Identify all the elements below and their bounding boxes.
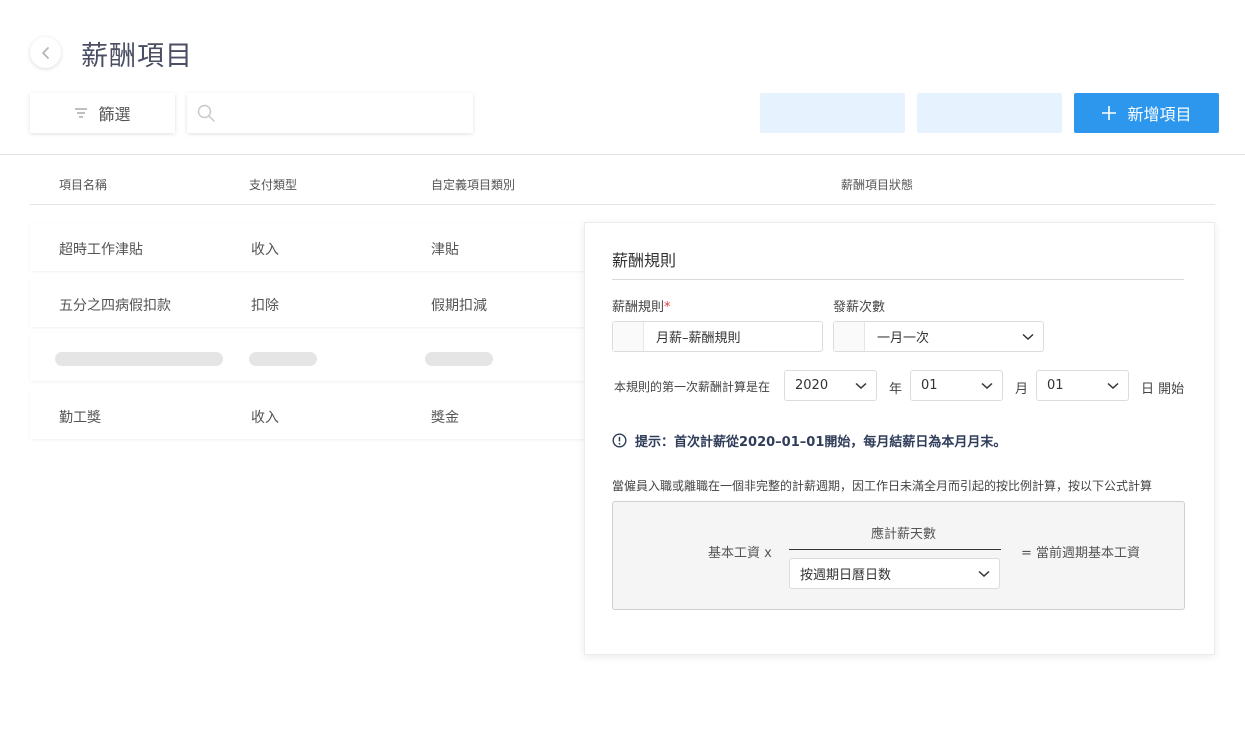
toolbar-button-1[interactable]: [760, 93, 905, 133]
year-select-value: 2020: [795, 378, 829, 393]
prorate-formula: 基本工資 x 應計薪天數 按週期日曆日数 = 當前週期基本工資: [612, 501, 1185, 610]
year-unit: 年: [889, 382, 903, 397]
table-header: 項目名稱 支付類型 自定義項目類別 薪酬項目狀態: [30, 164, 1215, 205]
skeleton-bar: [55, 352, 223, 366]
hint-text: 提示：首次計薪從2020–01–01開始，每月結薪日為本月月末。: [635, 435, 1007, 450]
filter-button[interactable]: 篩選: [30, 93, 175, 133]
column-header-category: 自定義項目類別: [431, 178, 516, 192]
filter-icon: [75, 108, 88, 118]
hint-message: 提示：首次計薪從2020–01–01開始，每月結薪日為本月月末。: [612, 431, 1006, 450]
table-row[interactable]: 勤工獎 收入 獎金: [30, 391, 590, 439]
skeleton-bar: [249, 352, 317, 366]
month-select[interactable]: 01: [910, 370, 1003, 401]
table-row[interactable]: 五分之四病假扣款 扣除 假期扣減: [30, 279, 590, 327]
page-title: 薪酬項目: [81, 41, 193, 72]
chevron-left-icon: [41, 46, 49, 59]
panel-divider: [612, 279, 1184, 280]
search-icon: [197, 104, 215, 122]
skeleton-bar: [425, 352, 493, 366]
rule-label: 薪酬規則*: [612, 296, 671, 315]
column-header-pay-type: 支付類型: [249, 178, 298, 192]
freq-label: 發薪次數: [833, 300, 886, 315]
day-select-value: 01: [1047, 378, 1064, 393]
toolbar-button-2[interactable]: [917, 93, 1062, 133]
filter-label: 篩選: [98, 105, 131, 124]
freq-select-value: 一月一次: [877, 331, 930, 346]
row-name: 五分之四病假扣款: [59, 298, 171, 314]
row-category: 假期扣減: [431, 298, 487, 314]
panel-title: 薪酬規則: [612, 251, 677, 270]
row-pay-type: 收入: [251, 410, 279, 426]
column-header-name: 項目名稱: [59, 178, 108, 192]
prorate-description: 當僱員入職或離職在一個非完整的計薪週期，因工作日未滿全月而引起的按比例計算，按以…: [612, 479, 1153, 493]
chevron-down-icon: [972, 382, 1002, 390]
header-divider: [0, 154, 1245, 155]
formula-left: 基本工資 x: [708, 546, 772, 561]
month-unit: 月: [1015, 382, 1029, 397]
plus-icon: [1102, 106, 1117, 120]
formula-numerator: 應計薪天數: [871, 527, 937, 542]
chevron-down-icon: [1098, 382, 1128, 390]
row-name: 超時工作津貼: [59, 242, 143, 258]
rule-label-text: 薪酬規則: [612, 300, 665, 315]
back-button[interactable]: [30, 37, 61, 68]
chevron-down-icon: [1013, 333, 1043, 341]
freq-select[interactable]: 一月一次: [833, 321, 1044, 352]
add-item-label: 新增項目: [1127, 105, 1192, 124]
search-box[interactable]: [187, 93, 473, 133]
denominator-select[interactable]: 按週期日曆日数: [789, 558, 1000, 589]
salary-rule-panel: 薪酬規則 薪酬規則* 月薪–薪酬規則 發薪次數 一月一次 本規則的第一次薪酬計算…: [584, 222, 1215, 655]
rule-select[interactable]: 月薪–薪酬規則: [612, 321, 823, 352]
column-header-status: 薪酬項目狀態: [841, 178, 914, 192]
chevron-down-icon: [846, 382, 876, 390]
day-unit: 日 開始: [1141, 382, 1185, 397]
month-select-value: 01: [921, 378, 938, 393]
row-category: 津貼: [431, 242, 459, 258]
table-row[interactable]: 超時工作津貼 收入 津貼: [30, 223, 590, 271]
row-pay-type: 收入: [251, 242, 279, 258]
chevron-down-icon: [969, 570, 999, 578]
freq-select-prefix: [834, 322, 865, 351]
table-row-loading: [30, 333, 590, 381]
add-item-button[interactable]: 新增項目: [1074, 93, 1219, 133]
day-select[interactable]: 01: [1036, 370, 1129, 401]
rule-select-value: 月薪–薪酬規則: [656, 331, 741, 346]
denominator-select-value: 按週期日曆日数: [800, 568, 892, 583]
formula-fraction-bar: [789, 549, 1001, 550]
first-calc-label: 本規則的第一次薪酬計算是在: [614, 380, 771, 394]
row-name: 勤工獎: [59, 410, 101, 426]
row-category: 獎金: [431, 410, 459, 426]
required-mark: *: [664, 300, 671, 315]
formula-right: = 當前週期基本工資: [1021, 546, 1141, 561]
info-icon: [612, 433, 627, 448]
year-select[interactable]: 2020: [784, 370, 877, 401]
row-pay-type: 扣除: [251, 298, 279, 314]
search-input[interactable]: [223, 93, 473, 133]
rule-select-prefix: [613, 322, 644, 351]
